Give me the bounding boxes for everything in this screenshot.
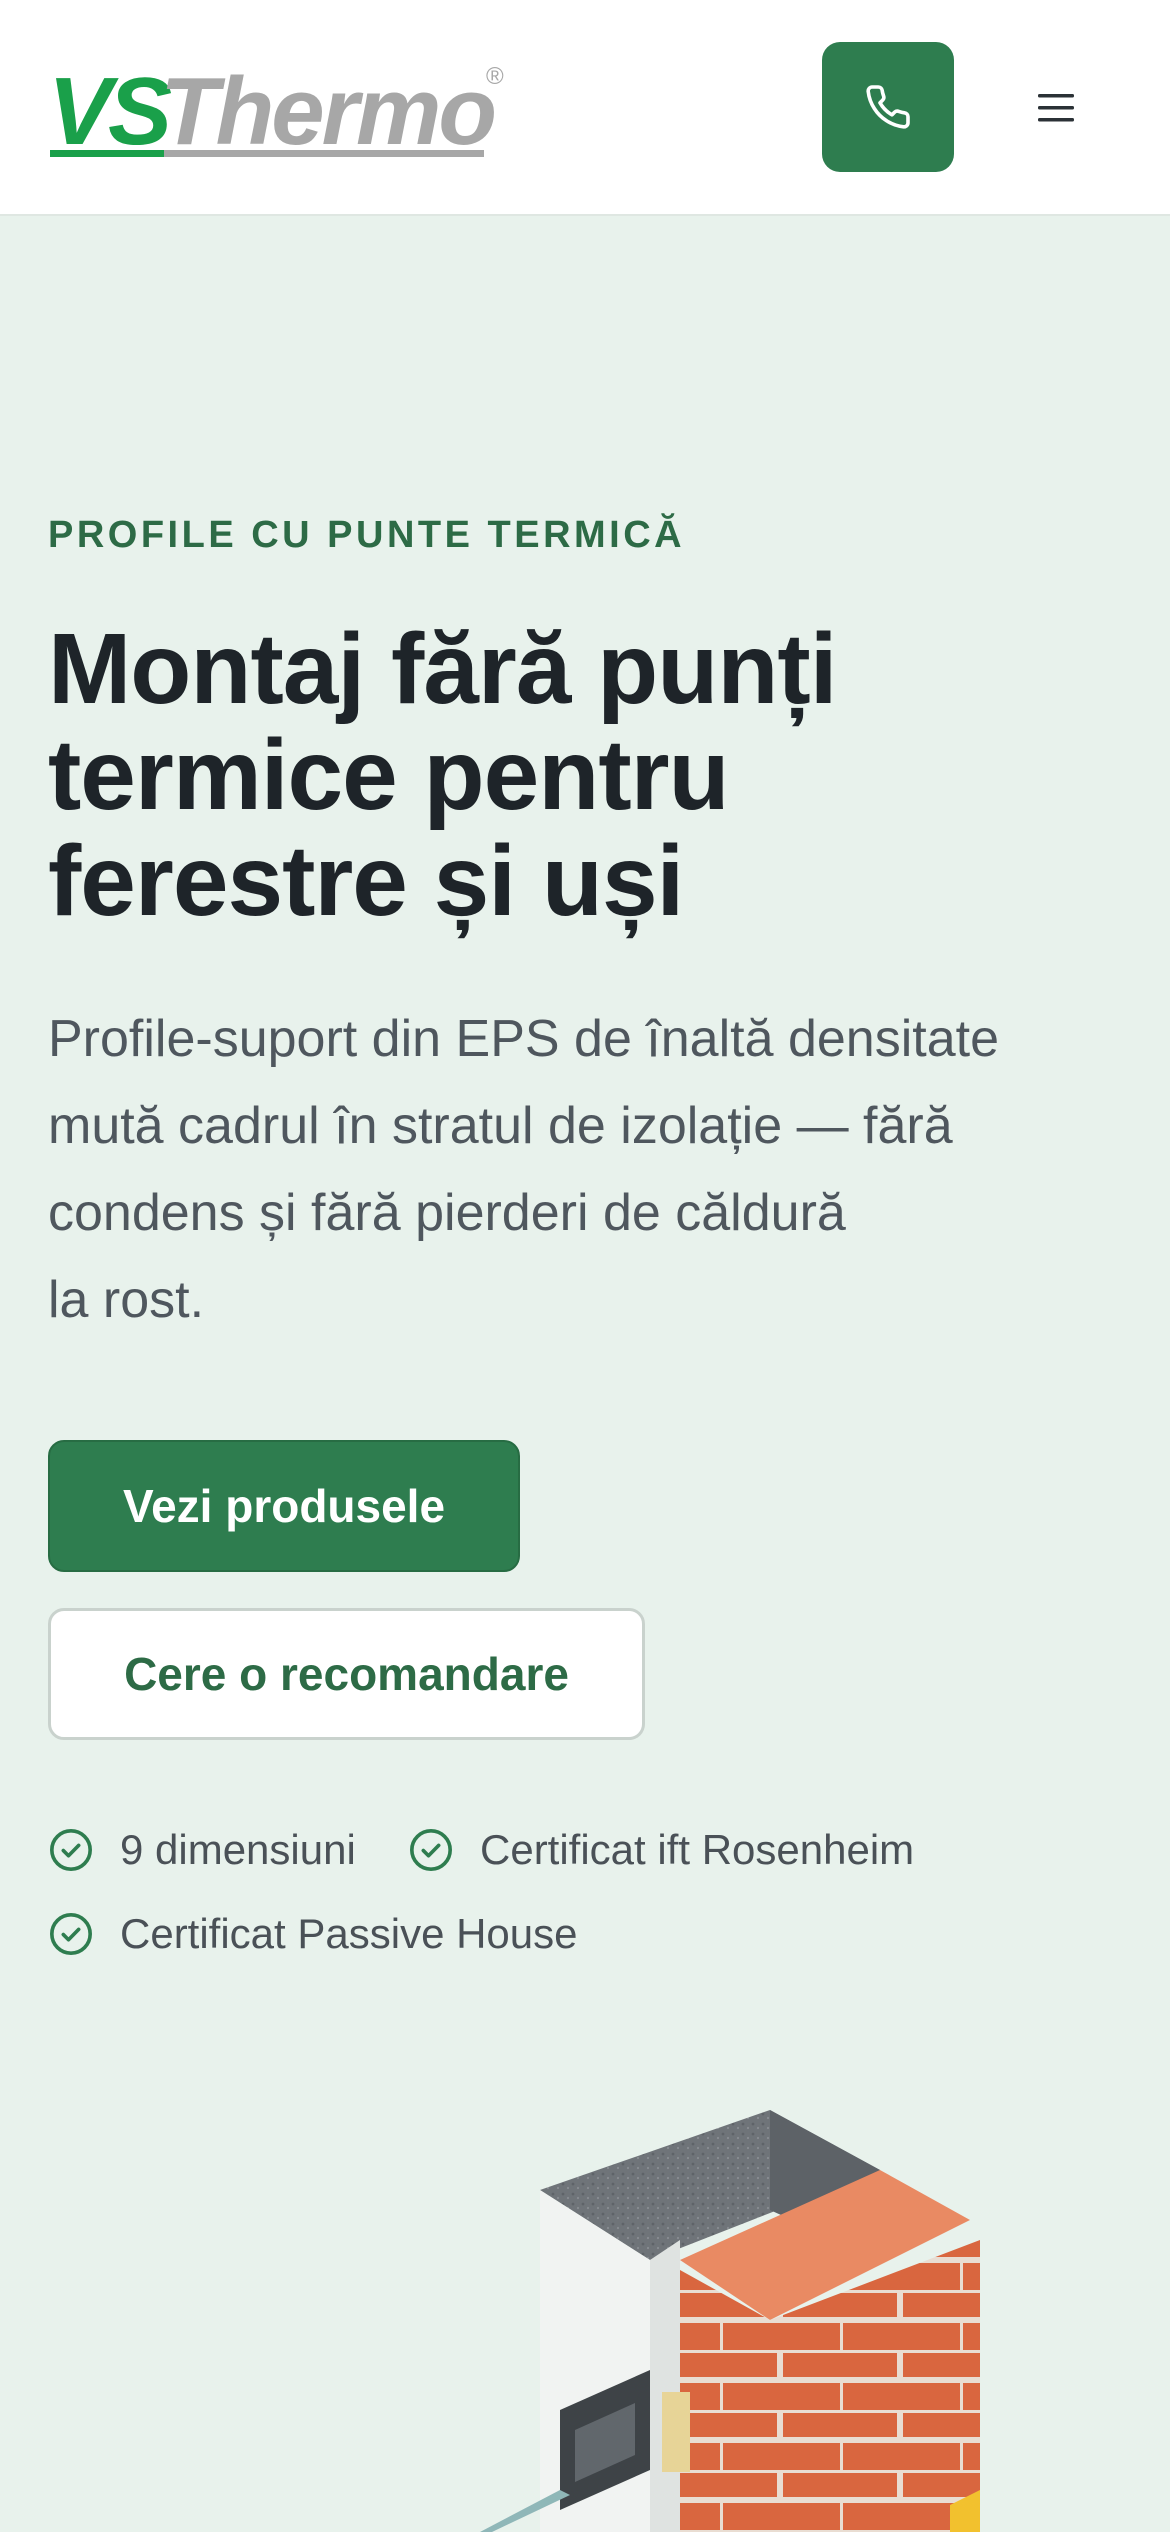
logo-underline-gray: [164, 150, 484, 157]
wall-cross-section-illustration: [480, 2110, 980, 2532]
feature-label: Certificat Passive House: [120, 1910, 578, 1957]
feature-label: 9 dimensiuni: [120, 1826, 356, 1873]
check-circle-icon: [410, 1829, 452, 1871]
logo-vs-text: VS: [48, 58, 172, 162]
logo-underline-green: [50, 150, 164, 157]
hero-title-line: ferestre și uși: [48, 825, 684, 937]
hero-title-line: termice pentru: [48, 719, 730, 831]
site-header: VS Thermo ®: [0, 0, 1170, 216]
view-products-button[interactable]: Vezi produsele: [48, 1440, 520, 1572]
logo-registered-mark: ®: [486, 63, 504, 90]
insulation-edge: [650, 2240, 680, 2532]
logo-thermo-text: Thermo: [160, 58, 494, 162]
call-button[interactable]: [822, 42, 954, 172]
feature-item: Certificat ift Rosenheim: [408, 1826, 914, 1874]
menu-button[interactable]: [1020, 68, 1092, 148]
feature-item: 9 dimensiuni: [48, 1826, 356, 1874]
hamburger-menu-icon: [1038, 94, 1074, 122]
hero-title: Montaj fără punți termice pentru ferestr…: [48, 616, 1048, 934]
vs-thermo-logo[interactable]: VS Thermo ®: [48, 58, 518, 162]
feature-label: Certificat ift Rosenheim: [480, 1826, 915, 1873]
hero-description-line: mută cadrul în stratul de izolație — făr…: [48, 1097, 953, 1155]
feature-item: Certificat Passive House: [48, 1910, 578, 1958]
check-circle-icon: [50, 1829, 92, 1871]
hero-description-line: condens și fără pierderi de căldură: [48, 1184, 846, 1242]
request-recommendation-button[interactable]: Cere o recomandare: [48, 1608, 645, 1740]
hero-eyebrow: PROFILE CU PUNTE TERMICĂ: [48, 514, 686, 556]
seal-strip: [662, 2392, 690, 2472]
hero-description-line: la rost.: [48, 1271, 205, 1329]
phone-icon: [866, 85, 910, 129]
hero-description: Profile-suport din EPS de înaltă densita…: [48, 996, 1148, 1344]
hero-description-line: Profile-suport din EPS de înaltă densita…: [48, 1010, 1000, 1068]
check-circle-icon: [50, 1913, 92, 1955]
hero-title-line: Montaj fără punți: [48, 613, 838, 725]
